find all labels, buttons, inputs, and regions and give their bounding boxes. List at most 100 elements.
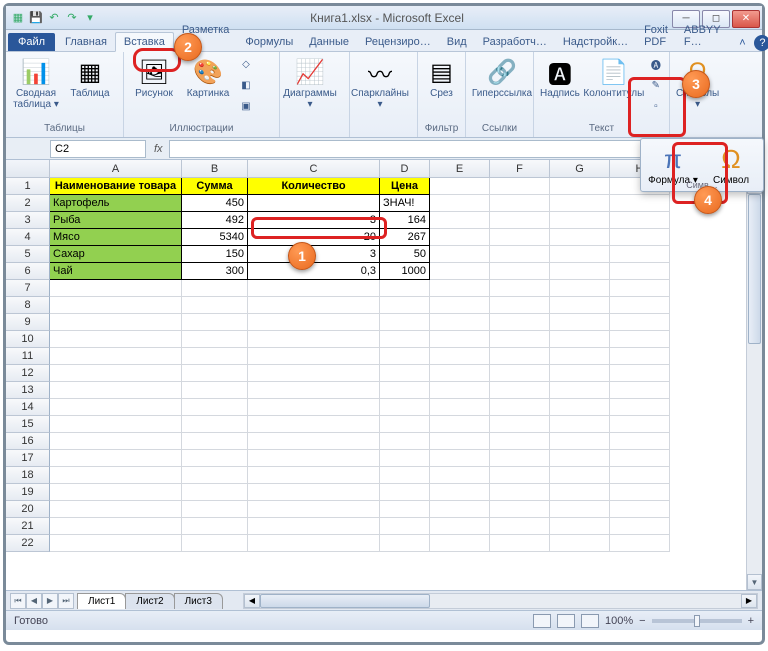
view-normal-button[interactable] [533, 614, 551, 628]
col-A[interactable]: A [50, 160, 182, 177]
cell[interactable] [248, 382, 380, 399]
cell[interactable] [490, 382, 550, 399]
ribbon-minimize-icon[interactable]: ˄ [734, 35, 750, 51]
tab-developer[interactable]: Разработч… [475, 33, 555, 51]
cell[interactable] [50, 314, 182, 331]
cell[interactable] [182, 416, 248, 433]
row-header[interactable]: 15 [6, 416, 50, 433]
cell[interactable] [550, 433, 610, 450]
cell[interactable] [430, 297, 490, 314]
cell[interactable] [490, 467, 550, 484]
vertical-scrollbar[interactable]: ▲ ▼ [746, 178, 762, 590]
cell[interactable] [490, 246, 550, 263]
cell[interactable] [380, 450, 430, 467]
cell[interactable] [610, 467, 670, 484]
cell[interactable] [430, 280, 490, 297]
cell[interactable]: 3 [248, 212, 380, 229]
cell[interactable] [380, 501, 430, 518]
row-header[interactable]: 3 [6, 212, 50, 229]
view-pagebreak-button[interactable] [581, 614, 599, 628]
cell[interactable] [430, 365, 490, 382]
cell[interactable] [380, 382, 430, 399]
row-header[interactable]: 9 [6, 314, 50, 331]
cell[interactable]: 3 [248, 246, 380, 263]
tab-pagelayout[interactable]: Разметка с… [174, 21, 238, 51]
cell[interactable] [550, 348, 610, 365]
cell[interactable] [610, 484, 670, 501]
cell[interactable] [550, 467, 610, 484]
sparklines-button[interactable]: 〰Спарклайны ▾ [354, 54, 406, 112]
cell[interactable]: 50 [380, 246, 430, 263]
tab-review[interactable]: Рецензиро… [357, 33, 439, 51]
cell[interactable] [380, 416, 430, 433]
cell[interactable] [50, 484, 182, 501]
help-icon[interactable]: ? [754, 35, 768, 51]
cell[interactable] [182, 399, 248, 416]
cell[interactable] [490, 263, 550, 280]
cell[interactable] [248, 297, 380, 314]
cell[interactable] [430, 263, 490, 280]
col-D[interactable]: D [380, 160, 430, 177]
cell[interactable] [550, 263, 610, 280]
cell[interactable] [248, 399, 380, 416]
cell[interactable] [50, 348, 182, 365]
zoom-out-button[interactable]: − [639, 615, 645, 627]
object-icon[interactable]: ▫ [646, 96, 666, 116]
cell[interactable] [550, 501, 610, 518]
cell[interactable] [430, 178, 490, 195]
cell[interactable]: 267 [380, 229, 430, 246]
tab-next-icon[interactable]: ▶ [42, 593, 58, 609]
tab-insert[interactable]: Вставка [115, 32, 174, 52]
cell[interactable] [248, 501, 380, 518]
cell[interactable]: 1000 [380, 263, 430, 280]
col-E[interactable]: E [430, 160, 490, 177]
grid-body[interactable]: 1Наименование товараСуммаКоличествоЦена2… [6, 178, 746, 590]
cell[interactable] [182, 348, 248, 365]
cell[interactable] [610, 331, 670, 348]
cell[interactable]: Сумма [182, 178, 248, 195]
hscroll-thumb[interactable] [260, 594, 430, 608]
cell[interactable] [610, 416, 670, 433]
scroll-right-icon[interactable]: ▶ [741, 594, 757, 608]
cell[interactable] [430, 195, 490, 212]
cell[interactable] [248, 450, 380, 467]
cell[interactable] [380, 399, 430, 416]
sheet-tab-3[interactable]: Лист3 [174, 593, 223, 609]
cell[interactable] [380, 365, 430, 382]
cell[interactable] [490, 297, 550, 314]
cell[interactable] [430, 229, 490, 246]
cell[interactable] [490, 314, 550, 331]
cell[interactable] [430, 382, 490, 399]
close-button[interactable]: ✕ [732, 10, 760, 28]
cell[interactable] [248, 433, 380, 450]
cell[interactable] [610, 246, 670, 263]
cell[interactable]: Рыба [50, 212, 182, 229]
cell[interactable] [430, 331, 490, 348]
cell[interactable] [550, 297, 610, 314]
cell[interactable] [248, 331, 380, 348]
save-icon[interactable]: 💾 [28, 10, 44, 26]
cell[interactable] [490, 195, 550, 212]
row-header[interactable]: 17 [6, 450, 50, 467]
cell[interactable] [490, 416, 550, 433]
cell[interactable] [50, 535, 182, 552]
undo-icon[interactable]: ↶ [46, 10, 62, 26]
scroll-left-icon[interactable]: ◀ [244, 594, 260, 608]
cell[interactable] [380, 348, 430, 365]
tab-view[interactable]: Вид [439, 33, 475, 51]
cell[interactable] [430, 484, 490, 501]
cell[interactable] [430, 433, 490, 450]
cell[interactable] [550, 280, 610, 297]
cell[interactable] [610, 229, 670, 246]
cell[interactable] [490, 433, 550, 450]
cell[interactable] [550, 195, 610, 212]
cell[interactable] [550, 212, 610, 229]
cell[interactable] [248, 314, 380, 331]
cell[interactable] [248, 484, 380, 501]
cell[interactable] [182, 501, 248, 518]
scroll-thumb[interactable] [748, 194, 761, 344]
cell[interactable] [610, 382, 670, 399]
picture-button[interactable]: 🖼Рисунок [128, 54, 180, 101]
cell[interactable]: 20 [248, 229, 380, 246]
cell[interactable] [380, 331, 430, 348]
